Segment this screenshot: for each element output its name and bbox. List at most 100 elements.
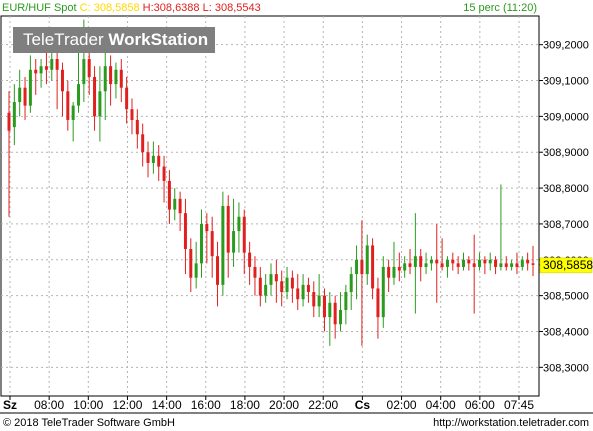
candle-body <box>50 59 54 70</box>
candle-body <box>226 206 230 253</box>
candle-body <box>322 295 326 318</box>
interval-label: 15 perc (11:20) <box>463 2 537 14</box>
candle-body <box>130 109 134 120</box>
x-tick-label: 22:00 <box>308 398 338 412</box>
candle[interactable] <box>221 191 225 296</box>
candle-body <box>333 302 337 325</box>
x-tick-label: 02:00 <box>387 398 417 412</box>
candle-body <box>98 91 102 117</box>
candle-body <box>221 206 225 285</box>
x-tick-label: 16:00 <box>191 398 221 412</box>
price-chart[interactable]: 309,2000 309,1000 309,0000 308,9000 308,8000… <box>0 0 593 431</box>
candle-body <box>28 69 32 106</box>
candle-body <box>429 259 433 264</box>
candle-body <box>23 87 27 106</box>
y-tick-label: 309,2000 <box>543 40 589 52</box>
candle-body <box>87 59 91 77</box>
candle-body <box>472 263 476 267</box>
candle-body <box>419 256 423 267</box>
candle-body <box>440 263 444 267</box>
candle-body <box>141 134 145 153</box>
candle-body <box>531 263 535 265</box>
x-tick-label: 12:00 <box>112 398 142 412</box>
candle-body <box>301 284 305 300</box>
y-tick-label: 308,8000 <box>543 183 589 195</box>
last-value-label: 308,5858 <box>543 258 593 272</box>
y-tick-label: 308,3000 <box>543 362 589 374</box>
candle-body <box>162 166 166 181</box>
x-tick-label: 14:00 <box>152 398 182 412</box>
candle-body <box>135 119 139 135</box>
candle-body <box>392 266 396 278</box>
y-tick-label: 308,9000 <box>543 147 589 159</box>
candle-body <box>413 256 417 267</box>
candle-body <box>280 281 284 293</box>
candle-body <box>285 277 289 293</box>
candle-body <box>210 231 214 257</box>
candle-body <box>119 69 123 88</box>
candle-body <box>371 245 375 289</box>
candle-body <box>173 198 177 210</box>
x-axis: Sz 08:00 10:00 12:00 14:00 16:00 18:00 20:00 22:… <box>3 396 534 412</box>
high-value: 308,6388 <box>153 2 200 14</box>
footer-url-link[interactable]: http://workstation.teletrader.com <box>433 417 589 429</box>
candle[interactable] <box>381 256 385 328</box>
copyright-text: © 2018 TeleTrader Software GmbH <box>3 417 175 429</box>
candle-body <box>526 259 530 264</box>
x-tick-label: Sz <box>3 398 17 412</box>
candle-body <box>34 69 38 74</box>
candle-body <box>258 277 262 296</box>
x-tick-label: 07:45 <box>504 398 534 412</box>
candle-body <box>483 259 487 264</box>
candle-body <box>125 87 129 110</box>
candle-body <box>504 263 508 267</box>
candle-body <box>60 69 64 92</box>
candle-body <box>456 263 460 267</box>
candle-body <box>445 259 449 267</box>
candle-body <box>408 263 412 267</box>
candle-body <box>103 66 107 92</box>
candle-body <box>93 76 97 117</box>
last-value-marker: 308,5858 <box>539 257 593 274</box>
y-tick-label: 308,4000 <box>543 326 589 338</box>
candle-body <box>114 69 118 85</box>
x-tick-label: 08:00 <box>34 398 64 412</box>
candle-body <box>71 105 75 120</box>
candle-body <box>499 263 503 267</box>
candle-body <box>77 84 81 106</box>
candle-body <box>488 259 492 264</box>
candle-body <box>274 274 278 282</box>
candle-body <box>381 266 385 318</box>
candle-body <box>312 292 316 307</box>
candle-body <box>189 249 193 278</box>
candle-body <box>328 302 332 318</box>
chart-header: EUR/HUF Spot C: 308,5858 H:308,6388 L: 3… <box>2 1 261 15</box>
candle-body <box>510 263 514 267</box>
candle-body <box>109 66 113 85</box>
y-tick-label: 308,7000 <box>543 219 589 231</box>
low-label: L: <box>202 2 212 14</box>
candle-body <box>349 274 353 293</box>
candle-body <box>183 213 187 250</box>
candle-body <box>248 252 252 267</box>
candle-body <box>494 259 498 267</box>
candle-body <box>232 231 236 253</box>
y-tick-label: 309,1000 <box>543 76 589 88</box>
candle-body <box>205 223 209 232</box>
candle-body <box>157 155 161 167</box>
y-tick-label: 308,5000 <box>543 291 589 303</box>
candle-body <box>82 59 86 85</box>
symbol-label: EUR/HUF Spot <box>2 2 77 14</box>
candle-body <box>151 155 155 163</box>
candle-body <box>344 292 348 310</box>
candle-body <box>253 266 257 278</box>
candle-body <box>199 223 203 264</box>
candle-body <box>339 309 343 325</box>
low-value: 308,5543 <box>214 2 261 14</box>
candle-body <box>264 284 268 296</box>
candle-body <box>397 266 401 271</box>
candle-body <box>365 245 369 275</box>
x-tick-label: 06:00 <box>465 398 495 412</box>
candle-body <box>306 284 310 293</box>
teletrader-watermark-logo: TeleTrader WorkStation <box>13 27 215 53</box>
